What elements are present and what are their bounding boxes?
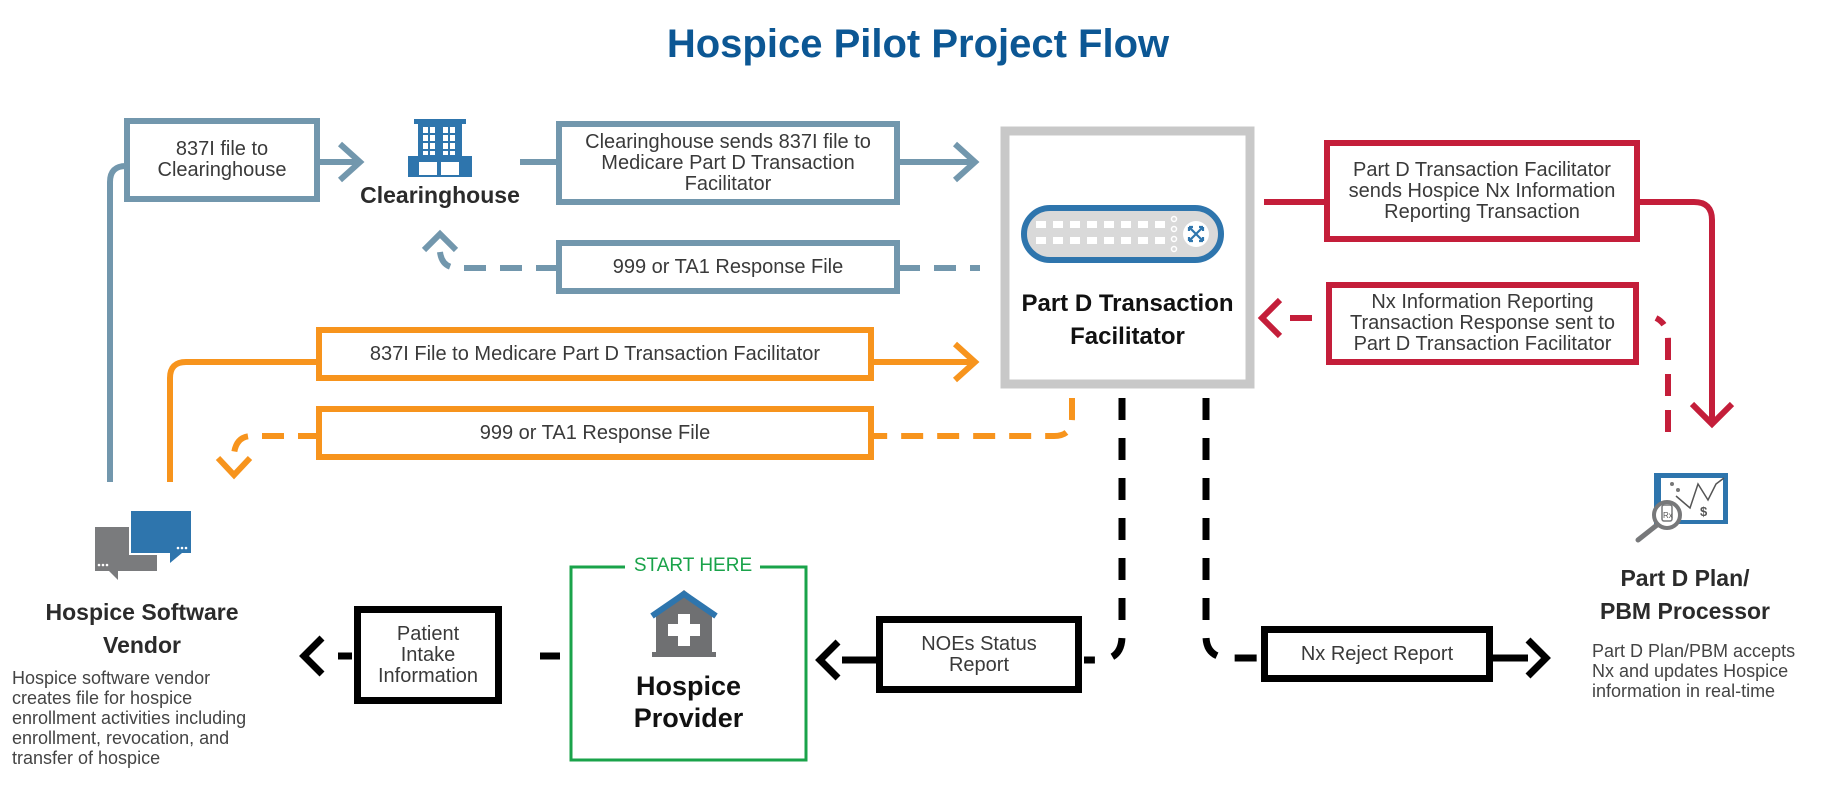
provider-label: Hospice Provider bbox=[633, 671, 744, 733]
step-nx-response: Nx Information Reporting Transaction Res… bbox=[1326, 282, 1639, 365]
arrowhead-to-vendor-response bbox=[215, 455, 253, 480]
step-facilitator-sends-nx: Part D Transaction Facilitator sends Hos… bbox=[1324, 140, 1640, 242]
step-file-to-clearinghouse: 837I file to Clearinghouse bbox=[124, 118, 320, 202]
plan-description: Part D Plan/PBM accepts Nx and updates H… bbox=[1592, 641, 1796, 701]
arrowhead-to-facilitator-red bbox=[1257, 297, 1283, 339]
svg-text:$: $ bbox=[1700, 504, 1708, 519]
step-patient-intake: Patient Intake Information bbox=[354, 606, 502, 704]
facilitator-label: Part D Transaction Facilitator bbox=[1021, 290, 1234, 350]
network-switch-icon bbox=[1021, 205, 1224, 263]
step-noes-status: NOEs Status Report bbox=[876, 616, 1082, 693]
page-title: Hospice Pilot Project Flow bbox=[666, 22, 1170, 66]
step-clearinghouse-response: 999 or TA1 Response File bbox=[556, 240, 900, 294]
plan-label: Part D Plan/ PBM Processor bbox=[1599, 565, 1770, 624]
step-facilitator-response: 999 or TA1 Response File bbox=[316, 406, 874, 460]
building-icon bbox=[408, 119, 472, 177]
chat-bubbles-icon bbox=[95, 509, 193, 580]
connector-facilitator-to-noes bbox=[1084, 398, 1126, 664]
vendor-description: Hospice software vendor creates file for… bbox=[12, 668, 247, 768]
rx-analytics-icon: $ Rx bbox=[1635, 473, 1728, 543]
start-here-label: START HERE bbox=[633, 555, 753, 576]
arrowhead-to-provider bbox=[815, 639, 841, 681]
connector-plan-to-response-box bbox=[1654, 315, 1671, 432]
connector-nx-box-to-plan bbox=[1640, 199, 1715, 424]
step-nx-reject: Nx Reject Report bbox=[1261, 626, 1493, 682]
step-clearinghouse-sends: Clearinghouse sends 837I file to Medicar… bbox=[556, 121, 900, 205]
vendor-label: Hospice Software Vendor bbox=[45, 599, 239, 658]
arrowhead-to-vendor bbox=[299, 635, 325, 677]
connector-response-orange-right bbox=[872, 398, 1075, 439]
connector-facilitator-to-nx-reject bbox=[1202, 398, 1260, 662]
connector-vendor-to-clearinghouse-box bbox=[107, 163, 127, 482]
step-file-to-facilitator: 837I File to Medicare Part D Transaction… bbox=[316, 327, 874, 381]
connector-response-orange-left bbox=[231, 433, 320, 455]
arrowhead-to-clearinghouse-response bbox=[421, 229, 459, 253]
hospital-house-icon bbox=[650, 590, 718, 657]
arrowhead-nx-reject-to-plan bbox=[1525, 637, 1551, 679]
clearinghouse-label: Clearinghouse bbox=[360, 182, 520, 208]
svg-text:Rx: Rx bbox=[1663, 511, 1673, 520]
connector-response-blue-left bbox=[437, 251, 558, 271]
